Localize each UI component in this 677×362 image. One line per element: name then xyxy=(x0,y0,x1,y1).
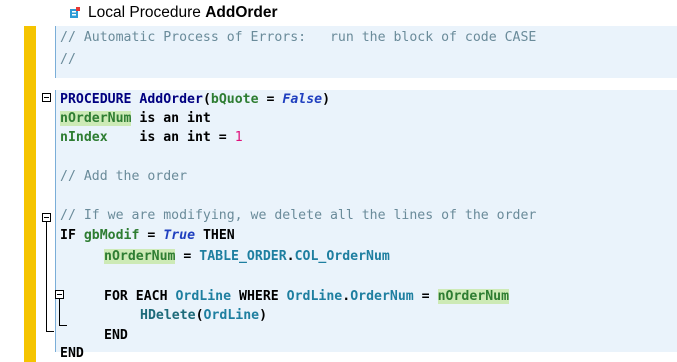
function-hdelete: HDelete xyxy=(140,308,196,323)
fold-procedure-button[interactable] xyxy=(42,93,51,102)
code-line-decl-1[interactable]: nOrderNum is an int xyxy=(60,111,211,127)
for-equals: = xyxy=(413,289,438,304)
procedure-title-prefix: Local Procedure xyxy=(88,4,206,21)
code-line-procedure[interactable]: PROCEDURE AddOrder(bQuote = False) xyxy=(60,92,330,108)
local-procedure-icon xyxy=(70,7,80,18)
keyword-procedure: PROCEDURE xyxy=(60,92,132,107)
literal-false: False xyxy=(282,92,323,107)
procedure-name: AddOrder xyxy=(139,92,203,107)
code-line-comment-2[interactable]: // xyxy=(60,52,76,68)
keyword-for-each: FOR EACH xyxy=(104,289,168,304)
literal-true: True xyxy=(163,228,196,243)
code-line-if[interactable]: IF gbModif = True THEN xyxy=(60,228,235,244)
hdelete-arg-ordline: OrdLine xyxy=(203,308,260,323)
for-val-norderNum: nOrderNum xyxy=(437,289,510,304)
assign-equals: = xyxy=(175,249,200,264)
code-line-hdelete[interactable]: HDelete(OrdLine) xyxy=(140,308,267,324)
procedure-title-name: AddOrder xyxy=(205,4,278,21)
assign-var-norderNum: nOrderNum xyxy=(104,249,176,264)
fold-for-end xyxy=(59,325,67,326)
var-norderNum: nOrderNum xyxy=(60,111,132,126)
table-order: TABLE_ORDER xyxy=(199,249,287,264)
fold-if-button[interactable] xyxy=(42,213,51,222)
keyword-then: THEN xyxy=(202,228,235,243)
fold-for-line xyxy=(59,299,60,326)
assign-dot: . xyxy=(286,249,295,264)
code-line-comment-1[interactable]: // Automatic Process of Errors: run the … xyxy=(60,30,536,46)
code-line-comment-3[interactable]: // Add the order xyxy=(60,169,187,185)
code-line-for[interactable]: FOR EACH OrdLine WHERE OrdLine.OrderNum … xyxy=(104,289,510,305)
code-line-decl-2[interactable]: nIndex is an int = 1 xyxy=(60,130,243,146)
for-field-ordernum: OrderNum xyxy=(350,289,414,304)
code-line-comment-4[interactable]: // If we are modifying, we delete all th… xyxy=(60,208,536,224)
procedure-title: Local Procedure AddOrder xyxy=(88,4,278,22)
hdelete-paren-open: ( xyxy=(195,308,204,323)
fold-if-line xyxy=(46,222,47,332)
var-gbmodif: gbModif xyxy=(83,228,140,243)
modified-lines-gutter xyxy=(24,26,36,362)
fold-for-button[interactable] xyxy=(55,290,64,299)
for-dot: . xyxy=(342,289,351,304)
keyword-if: IF xyxy=(60,228,76,243)
code-line-assign[interactable]: nOrderNum = TABLE_ORDER.COL_OrderNum xyxy=(104,249,390,265)
for-obj-ordline: OrdLine xyxy=(286,289,343,304)
code-line-end-for[interactable]: END xyxy=(104,328,128,344)
paren-close: ) xyxy=(322,92,331,107)
editor-header: Local Procedure AddOrder xyxy=(0,0,677,26)
fold-if-end xyxy=(46,331,54,332)
param-equals: = xyxy=(258,92,283,107)
for-var-ordline: OrdLine xyxy=(175,289,232,304)
keyword-where: WHERE xyxy=(239,289,279,304)
paren-open: ( xyxy=(202,92,211,107)
code-line-end-if[interactable]: END xyxy=(60,346,84,362)
hdelete-paren-close: ) xyxy=(259,308,268,323)
literal-one: 1 xyxy=(234,130,243,145)
decl-1-type: is an int xyxy=(131,111,211,126)
param-bquote: bQuote xyxy=(210,92,259,107)
if-equals: = xyxy=(139,228,164,243)
col-ordernum: COL_OrderNum xyxy=(294,249,390,264)
decl-2-type: is an int = xyxy=(107,130,235,145)
var-nindex: nIndex xyxy=(60,130,108,145)
